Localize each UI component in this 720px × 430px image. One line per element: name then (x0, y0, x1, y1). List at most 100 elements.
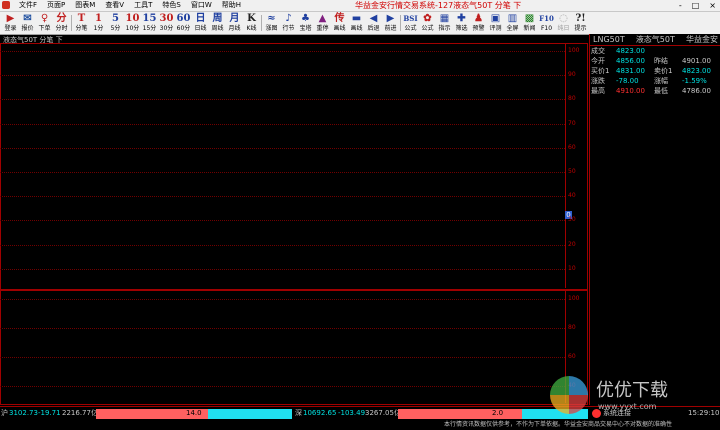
toolbar-60min-button[interactable]: 60 60分 (175, 12, 192, 34)
quote-row: 成交 4823.00 (590, 46, 720, 56)
toolbar-chart-button[interactable]: ≈ 涨图 (263, 12, 280, 34)
main-menu: 文件F 页面P 图表M 查看V 工具T 特色S 窗口W 帮助H (14, 0, 246, 11)
quote-label: 涨幅 (654, 77, 668, 85)
toolbar-label: 登录 (4, 25, 17, 32)
15min-icon: 15 (142, 13, 157, 24)
toolbar-screen-button[interactable]: ✚ 筛选 (453, 12, 470, 34)
toolbar-label: 预警 (472, 25, 485, 32)
toolbar-label: 行节 (282, 25, 295, 32)
watermark-text: 优优下载 (596, 380, 668, 401)
quote-row: 买价1 4831.00 卖价1 4823.00 (590, 66, 720, 76)
quote-value: -1.59% (682, 77, 707, 85)
toolbar-1min-button[interactable]: 1 1分 (90, 12, 107, 34)
toolbar-formula2-button[interactable]: ✿ 公式 (419, 12, 436, 34)
app-logo-icon (2, 1, 10, 9)
quote-value: 4856.00 (616, 57, 645, 65)
toolbar-label: 全屏 (506, 25, 519, 32)
toolbar-15min-button[interactable]: 15 15分 (141, 12, 158, 34)
toolbar-weekly-button[interactable]: 周周线 (209, 12, 226, 34)
menu-item-6[interactable]: 窗口W (186, 0, 217, 11)
weekly-icon: 周 (212, 13, 223, 24)
menu-item-3[interactable]: 查看V (100, 0, 129, 11)
toolbar-section-button[interactable]: ♪ 行节 (280, 12, 297, 34)
menu-item-7[interactable]: 帮助H (217, 0, 246, 11)
login-icon: ▶ (6, 13, 15, 24)
volume-gridline (0, 386, 565, 387)
price-axis-label: 30 (568, 216, 576, 224)
menu-item-0[interactable]: 文件F (14, 0, 42, 11)
toolbar-drawline-button[interactable]: 传画线 (331, 12, 348, 34)
toolbar-separator (261, 15, 262, 31)
menu-item-1[interactable]: 页面P (42, 0, 70, 11)
toolbar-label: 30分 (159, 25, 174, 32)
toolbar-label: 公式 (421, 25, 434, 32)
toolbar-10min-button[interactable]: 10 10分 (124, 12, 141, 34)
volume-axis-label: 80 (568, 324, 576, 331)
toolbar-label: 画线 (333, 25, 346, 32)
toolbar-alert-button[interactable]: ♟ 预警 (470, 12, 487, 34)
toolbar-separator (400, 15, 401, 31)
toolbar-f10-button[interactable]: F10 F10 (538, 12, 555, 34)
volume-axis-label: 100 (568, 295, 580, 302)
price-axis-label: 40 (568, 192, 576, 200)
quote-label: 成交 (591, 47, 605, 55)
toolbar-monthly-button[interactable]: 月月线 (226, 12, 243, 34)
toolbar-halt-button[interactable]: ▲ 重停 (314, 12, 331, 34)
toolbar-5min-button[interactable]: 5 5分 (107, 12, 124, 34)
minimize-button[interactable]: - (679, 0, 682, 11)
toolbar-label: 分时 (55, 25, 68, 32)
toolbar-formula-button[interactable]: BSI 公式 (402, 12, 419, 34)
tower-icon: ♣ (301, 13, 310, 24)
price-gridline (0, 147, 565, 149)
maximize-button[interactable]: □ (692, 0, 700, 11)
toolbar-label: 宝塔 (299, 25, 312, 32)
toolbar-kline-button[interactable]: K K线 (243, 12, 260, 34)
menu-item-2[interactable]: 图表M (70, 0, 100, 11)
toolbar-fullscreen-button[interactable]: ▥ 全屏 (504, 12, 521, 34)
toolbar-daily-button[interactable]: 日日线 (192, 12, 209, 34)
watermark-logo-icon (550, 376, 588, 414)
toolbar-pureday-button[interactable]: ◌ 纯日 (555, 12, 572, 34)
forward-icon: ▶ (386, 13, 395, 24)
toolbar-indicator-button[interactable]: ▦ 指示 (436, 12, 453, 34)
volume-gridline (0, 328, 565, 329)
quote-value: 4910.00 (616, 87, 645, 95)
menu-item-4[interactable]: 工具T (129, 0, 157, 11)
toolbar-label: 公式 (404, 25, 417, 32)
toolbar-back-button[interactable]: ◀ 后退 (365, 12, 382, 34)
quote-value: 4831.00 (616, 67, 645, 75)
toolbar-evaluate-button[interactable]: ▣ 评测 (487, 12, 504, 34)
toolbar-30min-button[interactable]: 30 30分 (158, 12, 175, 34)
toolbar-label: 下单 (38, 25, 51, 32)
toolbar-tower-button[interactable]: ♣ 宝塔 (297, 12, 314, 34)
chart-area[interactable]: 0 100908070605040302010100806040 (0, 43, 588, 405)
disclaimer-text: 本行情资讯数据仅供参考，不作为下单依据。华益金安商品交易中心不对数据的准确性 (444, 421, 673, 428)
volume-chart-frame (0, 290, 588, 405)
close-button[interactable]: × (709, 0, 716, 11)
toolbar-timeshare-button[interactable]: 分分时 (53, 12, 70, 34)
quote-label: 今开 (591, 57, 605, 65)
sh-index-value: 3102.73 (9, 409, 38, 417)
toolbar-login-button[interactable]: ▶ 登录 (2, 12, 19, 34)
toolbar-label: 筛选 (455, 25, 468, 32)
menu-item-5[interactable]: 特色S (157, 0, 185, 11)
f10-icon: F10 (539, 14, 554, 23)
price-axis-label: 20 (568, 240, 576, 248)
toolbar-quote-button[interactable]: ✉ 报价 (19, 12, 36, 34)
toolbar-label: 15分 (142, 25, 157, 32)
sh-index-amount: 2216.77亿 (62, 409, 98, 417)
toolbar-order-button[interactable]: ♀ 下单 (36, 12, 53, 34)
order-icon: ♀ (40, 13, 49, 24)
price-axis-line (565, 43, 566, 288)
volume-gridline (0, 357, 565, 358)
toolbar-tick-button[interactable]: T 分笔 (73, 12, 90, 34)
toolbar-drawline2-button[interactable]: ▬ 画线 (348, 12, 365, 34)
notice-bar: 本行情资讯数据仅供参考，不作为下单依据。华益金安商品交易中心不对数据的准确性 (0, 420, 720, 430)
toolbar: ▶ 登录 ✉ 报价 ♀ 下单分分时 T 分笔 1 1分 5 5分 10 10分 15 15分 30 30分 60 60… (0, 12, 720, 35)
toolbar-tips-button[interactable]: ?! 提示 (572, 12, 589, 34)
toolbar-news-button[interactable]: ▩ 新闻 (521, 12, 538, 34)
toolbar-forward-button[interactable]: ▶ 前进 (382, 12, 399, 34)
toolbar-label: 画线 (350, 25, 363, 32)
price-axis-label: 60 (568, 143, 576, 151)
sz-bar-value: 2.0 (492, 409, 504, 417)
